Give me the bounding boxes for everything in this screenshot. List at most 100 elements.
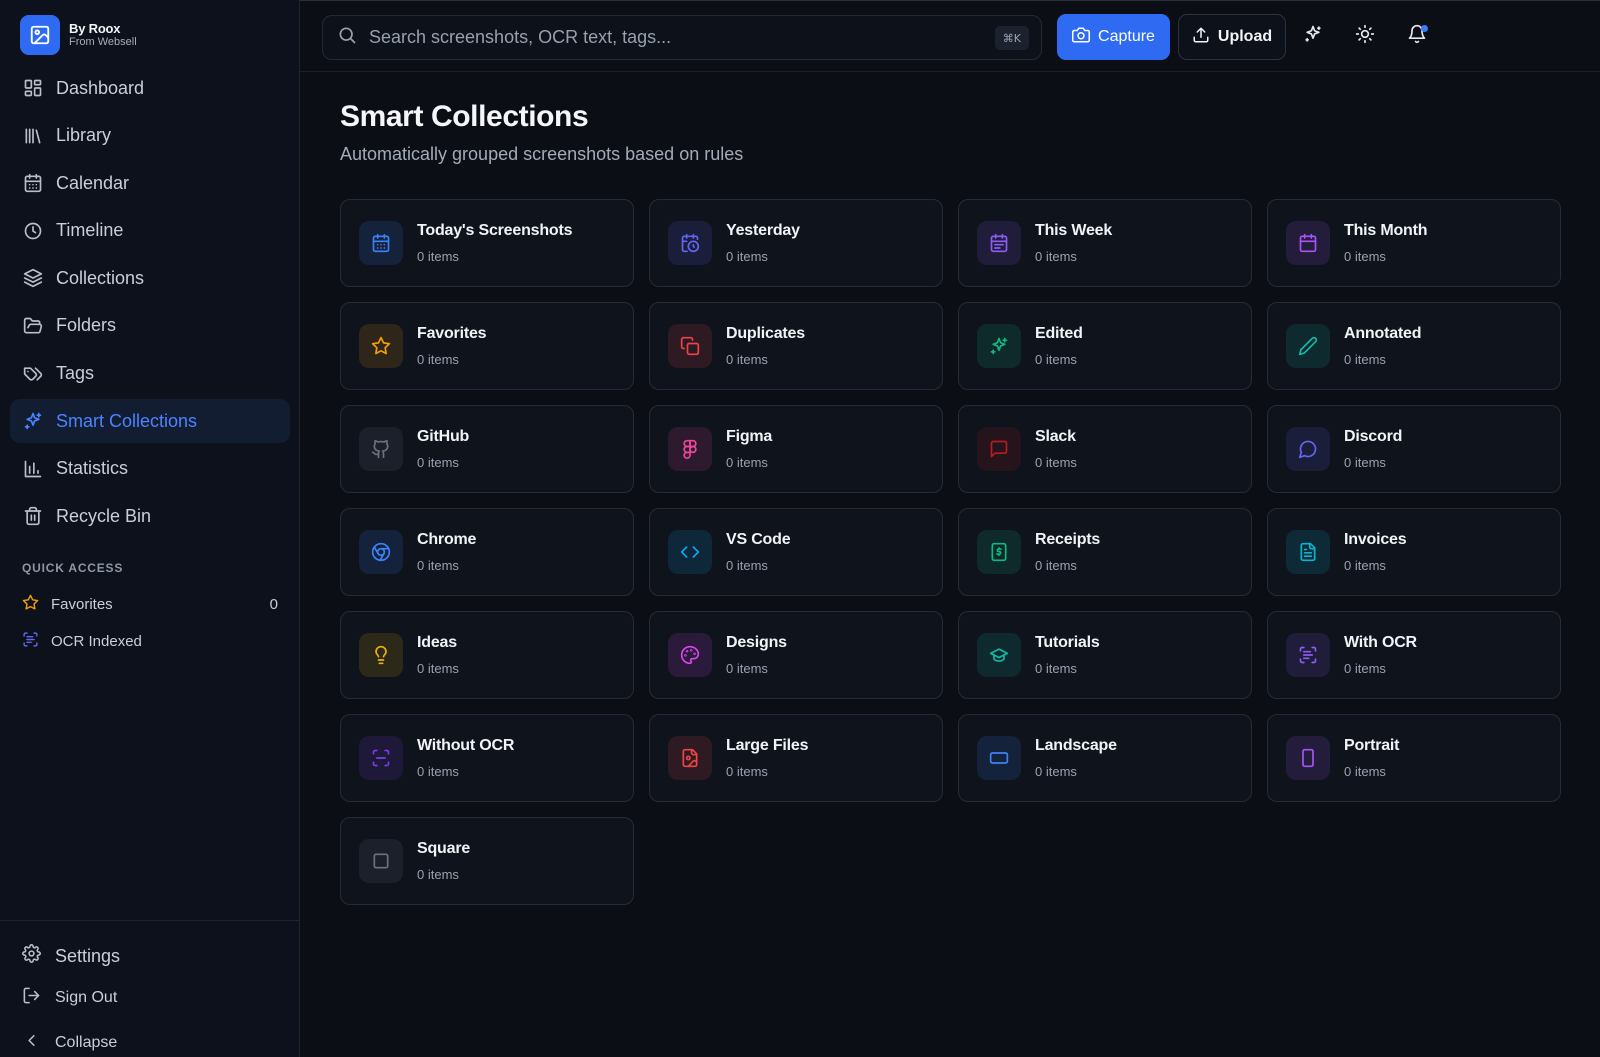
collection-title: Portrait (1344, 737, 1400, 754)
sidebar-item-label: Smart Collections (56, 410, 198, 431)
collection-title: Annotated (1344, 325, 1422, 342)
tags-icon (23, 364, 43, 384)
collection-card-edited[interactable]: Edited 0 items (958, 302, 1252, 390)
favorites-count: 0 (269, 596, 278, 613)
sidebar-item-tags[interactable]: Tags (10, 352, 290, 396)
sidebar-item-folders[interactable]: Folders (10, 304, 290, 348)
log-out-icon (22, 986, 41, 1010)
collection-title: Designs (726, 634, 787, 651)
sidebar-item-label: Dashboard (56, 77, 145, 98)
collection-card-portrait[interactable]: Portrait 0 items (1267, 714, 1561, 802)
collection-card-today-s-screenshots[interactable]: Today's Screenshots 0 items (340, 199, 634, 287)
collection-card-landscape[interactable]: Landscape 0 items (958, 714, 1252, 802)
sparkles-icon (23, 411, 43, 431)
collection-count: 0 items (417, 352, 459, 367)
upload-button[interactable]: Upload (1178, 14, 1286, 60)
collection-title: Edited (1035, 325, 1083, 342)
collection-count: 0 items (1035, 661, 1077, 676)
main-area: ⌘K Capture Upload (300, 0, 1600, 1057)
collection-title: Ideas (417, 634, 457, 651)
topbar: ⌘K Capture Upload (300, 0, 1600, 72)
collapse-button[interactable]: Collapse (22, 1031, 117, 1055)
quick-access-favorites[interactable]: Favorites 0 (22, 594, 278, 615)
notifications-button[interactable] (1404, 23, 1430, 49)
sidebar-item-collections[interactable]: Collections (10, 256, 290, 300)
collection-card-square[interactable]: Square 0 items (340, 817, 634, 905)
message-circle-icon (1286, 427, 1330, 471)
settings-button[interactable]: Settings (22, 944, 120, 968)
trash-icon (23, 506, 43, 526)
search-box[interactable]: ⌘K (322, 15, 1042, 60)
sparkles-icon (977, 324, 1021, 368)
collection-card-designs[interactable]: Designs 0 items (649, 611, 943, 699)
collection-count: 0 items (1344, 249, 1386, 264)
sign-out-label: Sign Out (55, 989, 118, 1006)
collection-count: 0 items (726, 249, 768, 264)
search-shortcut-badge: ⌘K (994, 26, 1029, 50)
collection-card-favorites[interactable]: Favorites 0 items (340, 302, 634, 390)
collection-card-yesterday[interactable]: Yesterday 0 items (649, 199, 943, 287)
collection-card-annotated[interactable]: Annotated 0 items (1267, 302, 1561, 390)
collection-card-discord[interactable]: Discord 0 items (1267, 405, 1561, 493)
sidebar-item-label: Tags (56, 363, 95, 384)
collection-card-without-ocr[interactable]: Without OCR 0 items (340, 714, 634, 802)
sidebar-item-calendar[interactable]: Calendar (10, 161, 290, 205)
collection-title: GitHub (417, 428, 470, 445)
chrome-icon (359, 530, 403, 574)
collection-title: Receipts (1035, 531, 1101, 548)
sidebar-item-statistics[interactable]: Statistics (10, 447, 290, 491)
theme-toggle-button[interactable] (1352, 23, 1378, 49)
collection-count: 0 items (417, 867, 459, 882)
ai-sparkles-button[interactable] (1300, 23, 1326, 49)
sidebar-item-recycle-bin[interactable]: Recycle Bin (10, 494, 290, 538)
sidebar-item-label: Library (56, 125, 112, 146)
collection-count: 0 items (726, 661, 768, 676)
collection-card-duplicates[interactable]: Duplicates 0 items (649, 302, 943, 390)
collection-card-this-week[interactable]: This Week 0 items (958, 199, 1252, 287)
figma-icon (668, 427, 712, 471)
library-icon (23, 126, 43, 146)
sidebar-item-library[interactable]: Library (10, 114, 290, 158)
collection-card-tutorials[interactable]: Tutorials 0 items (958, 611, 1252, 699)
collection-title: Large Files (726, 737, 809, 754)
quick-access-ocr-indexed[interactable]: OCR Indexed (22, 631, 278, 652)
copy-icon (668, 324, 712, 368)
collection-card-this-month[interactable]: This Month 0 items (1267, 199, 1561, 287)
bar-chart-icon (23, 459, 43, 479)
collection-count: 0 items (417, 558, 459, 573)
collection-card-invoices[interactable]: Invoices 0 items (1267, 508, 1561, 596)
rectangle-vertical-icon (1286, 736, 1330, 780)
collection-card-slack[interactable]: Slack 0 items (958, 405, 1252, 493)
page-title: Smart Collections (340, 100, 589, 133)
collection-card-chrome[interactable]: Chrome 0 items (340, 508, 634, 596)
sidebar-item-timeline[interactable]: Timeline (10, 209, 290, 253)
collection-card-with-ocr[interactable]: With OCR 0 items (1267, 611, 1561, 699)
sidebar-item-label: Folders (56, 315, 117, 336)
collection-card-vs-code[interactable]: VS Code 0 items (649, 508, 943, 596)
sign-out-button[interactable]: Sign Out (22, 986, 117, 1010)
collection-card-figma[interactable]: Figma 0 items (649, 405, 943, 493)
message-square-icon (977, 427, 1021, 471)
sidebar-item-label: Recycle Bin (56, 505, 152, 526)
calendar-icon (23, 173, 43, 193)
collection-card-receipts[interactable]: Receipts 0 items (958, 508, 1252, 596)
collection-count: 0 items (726, 764, 768, 779)
collection-card-large-files[interactable]: Large Files 0 items (649, 714, 943, 802)
capture-button[interactable]: Capture (1057, 14, 1170, 60)
search-icon (337, 25, 357, 50)
sidebar-item-smart-collections[interactable]: Smart Collections (10, 399, 290, 444)
page-header: Smart Collections Automatically grouped … (340, 100, 743, 165)
collection-count: 0 items (1344, 352, 1386, 367)
star-icon (22, 594, 39, 615)
collection-title: Slack (1035, 428, 1076, 445)
brand[interactable]: By Roox From Websell (20, 15, 137, 55)
search-input[interactable] (369, 27, 969, 48)
collection-card-ideas[interactable]: Ideas 0 items (340, 611, 634, 699)
palette-icon (668, 633, 712, 677)
scan-text-icon (1286, 633, 1330, 677)
calendar-icon (359, 221, 403, 265)
code-icon (668, 530, 712, 574)
collection-card-github[interactable]: GitHub 0 items (340, 405, 634, 493)
collection-count: 0 items (1344, 455, 1386, 470)
sidebar-item-dashboard[interactable]: Dashboard (10, 66, 290, 110)
